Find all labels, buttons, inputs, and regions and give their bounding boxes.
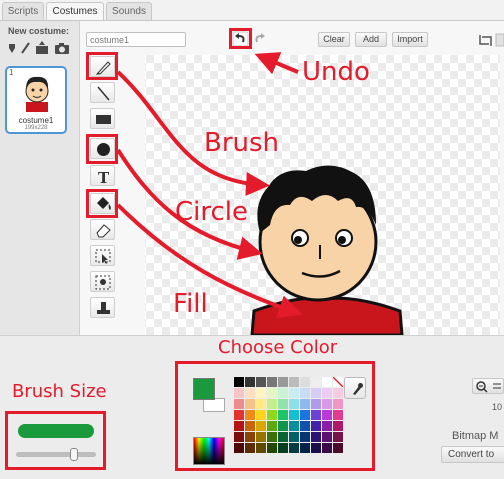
circle-annotation: Circle (175, 197, 249, 227)
fill-annotation: Fill (173, 289, 208, 319)
brush-size-annotation: Brush Size (12, 381, 107, 402)
undo-annotation: Undo (302, 57, 370, 87)
undo-arrow (254, 52, 299, 75)
annotation-arrows (116, 52, 303, 319)
brush-annotation: Brush (204, 128, 280, 158)
choose-color-annotation: Choose Color (218, 337, 338, 358)
